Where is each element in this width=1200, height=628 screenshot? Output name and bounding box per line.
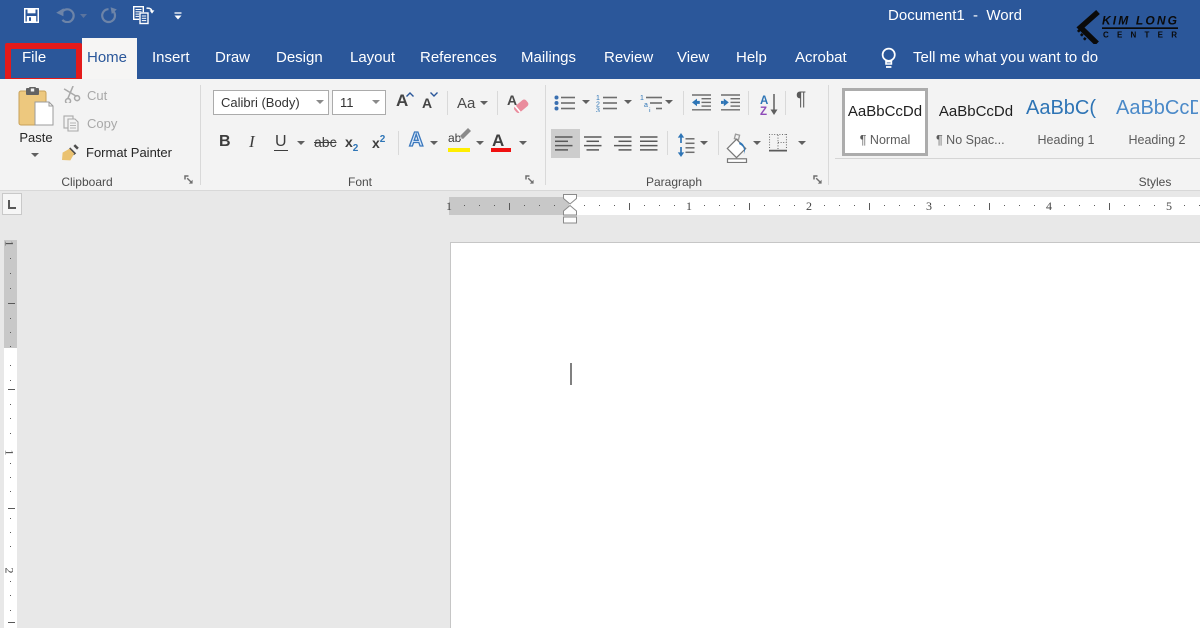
- svg-text:KIM LONG: KIM LONG: [1102, 14, 1177, 28]
- svg-text:Z: Z: [760, 106, 767, 116]
- svg-text:1: 1: [640, 95, 644, 102]
- svg-text:i: i: [649, 108, 651, 112]
- svg-text:CENTER: CENTER: [1103, 31, 1177, 40]
- svg-text:a: a: [644, 102, 648, 109]
- svg-text:3: 3: [596, 108, 600, 113]
